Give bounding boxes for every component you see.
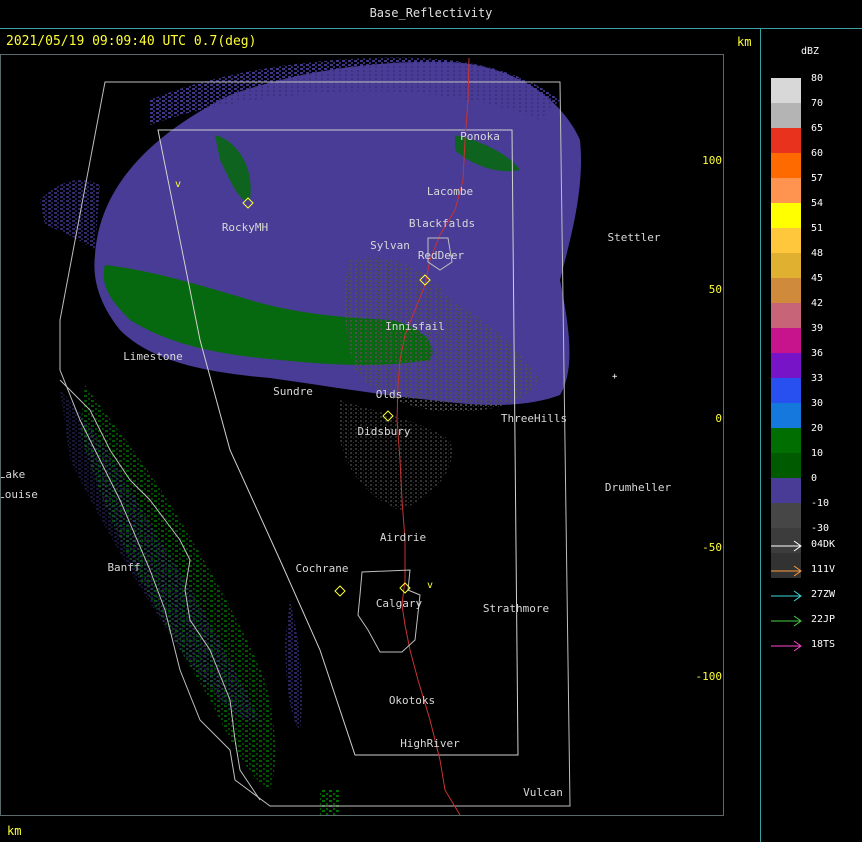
legend-level-label: 42: [811, 298, 824, 309]
track-arrow-icon: [771, 640, 802, 652]
city-label: Innisfail: [385, 320, 445, 333]
legend-level-label: 20: [811, 423, 824, 434]
city-label: Cochrane: [296, 562, 349, 575]
legend-level-label: 0: [811, 473, 818, 484]
city-label: Vulcan: [523, 786, 563, 799]
title-bar: Base_Reflectivity: [0, 0, 862, 29]
outer-boundary: [59, 81, 571, 807]
legend-swatch: [771, 103, 801, 128]
legend-level-label: 39: [811, 323, 824, 334]
legend-level-label: -30: [811, 523, 830, 534]
timestamp-label: 2021/05/19 09:09:40 UTC 0.7(deg): [6, 34, 257, 49]
y-tick-label: -100: [696, 670, 723, 683]
legend-level-label: 33: [811, 373, 824, 384]
map-overlay: v v + Ponoka Lacombe Blackfalds Sylvan RedDe…: [1, 57, 723, 815]
track-arrow-icon: [771, 590, 802, 602]
city-label: Ponoka: [460, 130, 500, 143]
legend-level-label: 30: [811, 398, 824, 409]
dbz-legend-panel: dBZ 80 70 65 60 57 54 51 48 45 42 39 36 33 30 20 10 0 -10…: [761, 28, 862, 842]
legend-title: dBZ: [801, 46, 820, 57]
city-label: Sundre: [273, 385, 313, 398]
city-label: Drumheller: [605, 481, 672, 494]
legend-level-label: 60: [811, 148, 824, 159]
legend-level-label: 10: [811, 448, 824, 459]
city-label: Limestone: [123, 350, 183, 363]
legend-track-label: 04DK: [811, 539, 836, 550]
legend-level-label: 65: [811, 123, 824, 134]
window-title: Base_Reflectivity: [369, 6, 493, 20]
legend-level-label: 70: [811, 98, 824, 109]
city-label: Calgary: [376, 597, 423, 610]
legend-swatch: [771, 403, 801, 428]
legend-level-label: -10: [811, 498, 830, 509]
legend-swatch: [771, 228, 801, 253]
km-label-top: km: [737, 35, 752, 49]
track-chevron-icon: v: [175, 179, 181, 190]
legend-swatch: [771, 153, 801, 178]
legend-track-label: 111V: [811, 564, 836, 575]
plus-marker-icon: +: [612, 372, 618, 382]
city-label: Olds: [376, 388, 403, 401]
legend-swatch: [771, 303, 801, 328]
city-label: Blackfalds: [409, 217, 475, 230]
city-label: Louise: [1, 488, 38, 501]
legend-swatch: [771, 278, 801, 303]
legend-swatch: [771, 428, 801, 453]
city-label: ThreeHills: [501, 412, 567, 425]
legend-level-label: 36: [811, 348, 824, 359]
legend-level-label: 57: [811, 173, 824, 184]
radar-marker-cochrane: [334, 585, 346, 597]
km-label-bottom: km: [7, 824, 22, 838]
legend-level-label: 45: [811, 273, 824, 284]
legend-swatch: [771, 78, 801, 103]
city-label: Lacombe: [427, 185, 473, 198]
legend-track-label: 22JP: [811, 614, 836, 625]
city-label: Okotoks: [389, 694, 435, 707]
legend-swatch: [771, 453, 801, 478]
legend-level-label: 54: [811, 198, 824, 209]
legend-track-label: 18TS: [811, 639, 836, 650]
city-label: Banff: [107, 561, 140, 574]
city-label: HighRiver: [400, 737, 460, 750]
mountain-boundary: [59, 379, 261, 801]
track-arrow-icon: [771, 615, 802, 627]
city-label: Lake: [1, 468, 25, 481]
legend-swatch: [771, 503, 801, 528]
city-label: RockyMH: [222, 221, 268, 234]
radar-marker-didsbury: [382, 410, 394, 422]
legend-swatch: [771, 353, 801, 378]
legend-swatch: [771, 378, 801, 403]
track-arrow-icon: [771, 565, 802, 577]
radar-plot-area[interactable]: v v + Ponoka Lacombe Blackfalds Sylvan RedDe…: [0, 54, 724, 816]
city-label: Sylvan: [370, 239, 410, 252]
legend-swatch: [771, 178, 801, 203]
radar-marker-rockymh: [242, 197, 254, 209]
legend-swatch: [771, 203, 801, 228]
legend-swatch: [771, 128, 801, 153]
y-axis-ticks: 100 50 0 -50 -100: [696, 154, 723, 683]
city-label: Stettler: [608, 231, 661, 244]
calgary-outline: [357, 569, 421, 653]
legend-level-label: 80: [811, 73, 824, 84]
legend-swatch: [771, 253, 801, 278]
legend-track-label: 27ZW: [811, 589, 836, 600]
city-label: Didsbury: [358, 425, 411, 438]
legend-level-label: 48: [811, 248, 824, 259]
track-arrow-icon: [771, 540, 802, 552]
y-tick-label: 100: [702, 154, 722, 167]
legend-swatch: [771, 328, 801, 353]
legend-swatch: [771, 478, 801, 503]
track-chevron-icon: v: [427, 580, 433, 591]
city-label: Airdrie: [380, 531, 426, 544]
y-tick-label: -50: [702, 541, 722, 554]
city-label: Strathmore: [483, 602, 549, 615]
city-label: RedDeer: [418, 249, 465, 262]
y-tick-label: 50: [709, 283, 722, 296]
legend-level-label: 51: [811, 223, 824, 234]
y-tick-label: 0: [715, 412, 722, 425]
